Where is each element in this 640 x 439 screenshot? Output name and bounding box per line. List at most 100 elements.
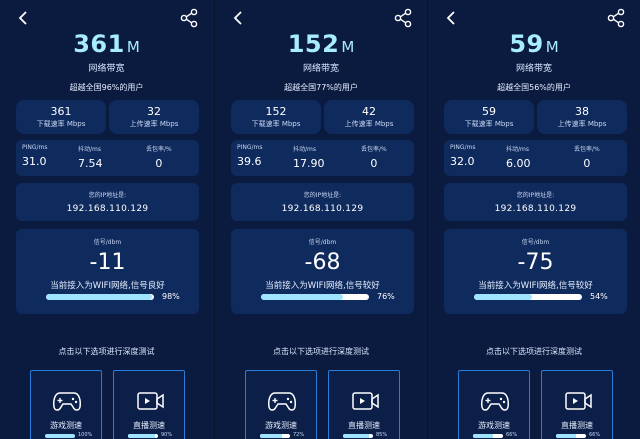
game-test-button[interactable]: 游戏测速 100% [30,370,102,439]
ping-label: PING/ms [237,144,263,151]
upload-value: 38 [575,105,589,118]
speed-test-panels: 361 M 网络带宽 超越全国96%的用户 361 下载速率 Mbps 32 上传速率… [0,0,640,439]
deep-test-hint: 点击以下选项进行深度测试 [486,347,582,356]
download-label: 下载速率 Mbps [36,120,86,128]
speed-result-panel: 59 M 网络带宽 超越全国56%的用户 59 下载速率 Mbps 38 上传速率 M… [427,0,640,439]
download-rate-box: 361 下载速率 Mbps [16,100,106,134]
ip-value: 192.168.110.129 [494,204,577,214]
signal-value: -75 [517,250,554,275]
exceed-text: 超越全国77%的用户 [284,83,358,92]
game-test-label: 游戏测速 [478,421,510,430]
live-test-label: 直播测速 [561,421,593,430]
upload-label: 上传速率 Mbps [557,120,607,128]
game-percent: 66% [506,432,518,438]
upload-value: 32 [147,105,161,118]
exceed-text: 超越全国96%的用户 [69,83,144,92]
signal-label: 信号/dbm [93,239,122,246]
bandwidth-label: 网络带宽 [515,64,552,74]
signal-value: -11 [89,250,126,275]
jitter-label: 抖动/ms [78,146,101,153]
signal-box: 信号/dbm -68 当前接入为WIFI网络,信号较好 76% [231,229,414,314]
game-progress-fill [260,434,282,438]
live-progress-fill [128,434,155,438]
bandwidth-number: 59 [509,30,544,58]
ip-value: 192.168.110.129 [281,204,364,214]
jitter-value: 6.00 [506,157,531,170]
signal-percent: 76% [377,292,395,301]
ping-value: 39.6 [237,155,262,168]
live-percent: 90% [161,432,173,438]
ping-stat: PING/ms 39.6 [237,144,263,168]
ip-value: 192.168.110.129 [66,204,149,214]
download-rate-box: 59 下载速率 Mbps [444,100,534,134]
signal-text: 当前接入为WIFI网络,信号较好 [478,281,593,291]
loss-label: 丢包率/% [361,146,387,153]
live-test-label: 直播测速 [348,421,380,430]
jitter-stat: 抖动/ms 7.54 [78,144,103,170]
ip-box: 您的IP地址是: 192.168.110.129 [231,183,414,221]
game-progress-fill [45,434,75,438]
upload-label: 上传速率 Mbps [129,120,179,128]
chevron-left-icon[interactable] [444,10,460,26]
speed-result-panel: 361 M 网络带宽 超越全国96%的用户 361 下载速率 Mbps 32 上传速率… [0,0,213,439]
game-percent: 72% [293,432,305,438]
signal-text: 当前接入为WIFI网络,信号良好 [50,281,165,291]
download-value: 59 [482,105,496,118]
download-rate-box: 152 下载速率 Mbps [231,100,321,134]
bandwidth-value: 59 M [428,30,640,58]
signal-label: 信号/dbm [308,239,337,246]
live-progress-fill [556,434,576,438]
live-test-button[interactable]: 直播测速 66% [541,370,613,439]
game-progress-fill [473,434,493,438]
download-value: 361 [50,105,72,118]
signal-value: -68 [304,250,341,275]
signal-progress-bar [261,294,369,300]
signal-percent: 98% [162,292,180,301]
speed-result-panel: 152 M 网络带宽 超越全国77%的用户 152 下载速率 Mbps 42 上传速率… [214,0,427,439]
bandwidth-unit: M [545,38,559,56]
chevron-left-icon[interactable] [231,10,247,26]
signal-percent: 54% [590,292,608,301]
signal-progress-bar [474,294,582,300]
signal-progress-bar [46,294,154,300]
bandwidth-value: 361 M [0,30,213,58]
bandwidth-number: 152 [287,30,340,58]
deep-test-hint: 点击以下选项进行深度测试 [58,347,155,356]
share-icon[interactable] [393,8,413,28]
live-progress-bar [556,434,586,438]
game-test-button[interactable]: 游戏测速 66% [458,370,530,439]
upload-label: 上传速率 Mbps [344,120,394,128]
signal-box: 信号/dbm -75 当前接入为WIFI网络,信号较好 54% [444,229,627,314]
gamepad-icon [53,392,81,411]
bandwidth-label: 网络带宽 [302,64,339,74]
live-percent: 85% [376,432,388,438]
game-test-label: 游戏测速 [50,421,82,430]
share-icon[interactable] [179,8,199,28]
bandwidth-unit: M [126,38,140,56]
ping-stat: PING/ms 32.0 [450,144,476,168]
chevron-left-icon[interactable] [16,10,32,26]
share-icon[interactable] [606,8,626,28]
bandwidth-value: 152 M [215,30,427,58]
video-icon [137,392,164,410]
latency-stats: PING/ms 31.0 抖动/ms 7.54 丢包率/% 0 [16,140,199,176]
live-test-button[interactable]: 直播测速 85% [328,370,400,439]
bandwidth-unit: M [341,38,355,56]
jitter-label: 抖动/ms [293,146,316,153]
ping-label: PING/ms [450,144,476,151]
upload-rate-box: 38 上传速率 Mbps [537,100,627,134]
game-test-button[interactable]: 游戏测速 72% [245,370,317,439]
loss-value: 0 [370,157,378,170]
ping-value: 31.0 [22,155,47,168]
ip-box: 您的IP地址是: 192.168.110.129 [444,183,627,221]
live-test-button[interactable]: 直播测速 90% [113,370,185,439]
jitter-value: 7.54 [78,157,103,170]
download-label: 下载速率 Mbps [251,120,301,128]
loss-stat: 丢包率/% 0 [574,144,600,170]
video-icon [565,392,592,410]
gamepad-icon [268,392,296,411]
bandwidth-label: 网络带宽 [88,64,125,74]
jitter-value: 17.90 [293,157,325,170]
live-progress-fill [343,434,369,438]
signal-progress-fill [46,294,152,300]
